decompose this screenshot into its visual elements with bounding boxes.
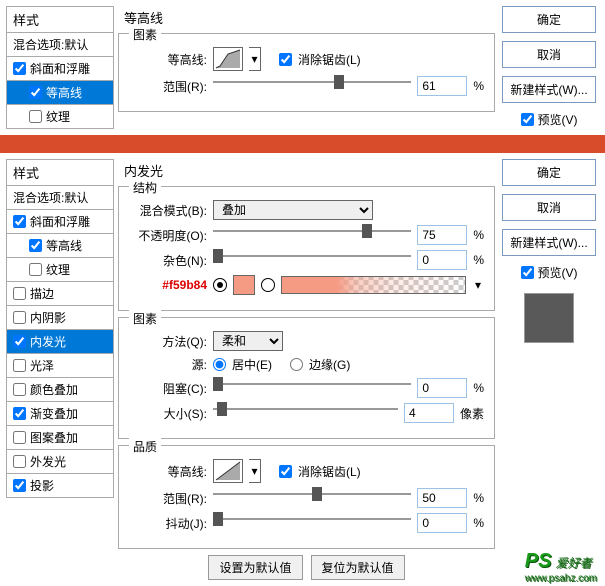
method-select[interactable]: 柔和 [213, 331, 283, 351]
cancel-button-2[interactable]: 取消 [502, 194, 596, 221]
new-style-button[interactable]: 新建样式(W)... [502, 76, 596, 103]
choke-slider[interactable] [213, 384, 411, 398]
watermark: PS 爱好者 www.psahz.com [525, 550, 597, 584]
jitter-input[interactable] [417, 513, 467, 533]
color-radio[interactable] [213, 278, 227, 292]
top-panel: 样式 混合选项:默认 斜面和浮雕 等高线 纹理 等高线 图素 等高线: ▾ 消除… [0, 0, 605, 135]
right-buttons: 确定 取消 新建样式(W)... 预览(V) [499, 6, 599, 129]
size-label: 大小(S): [129, 405, 207, 422]
color-callout: #f59b84 [129, 278, 207, 292]
range-input[interactable] [417, 76, 467, 96]
styles-header-2: 样式 [6, 159, 114, 186]
reset-default-button[interactable]: 复位为默认值 [311, 555, 405, 580]
q-contour-dd[interactable]: ▾ [249, 459, 261, 483]
range-label: 范围(R): [129, 78, 207, 95]
q-range-input[interactable] [417, 488, 467, 508]
source-label: 源: [129, 356, 207, 373]
legend: 图素 [129, 26, 161, 43]
bevel-check[interactable] [13, 62, 26, 75]
gradient-picker[interactable] [281, 276, 466, 294]
q-antialias-check[interactable] [279, 465, 292, 478]
opacity-slider[interactable] [213, 231, 411, 245]
styles-list-2: 样式 混合选项:默认 斜面和浮雕 等高线 纹理 描边 内阴影 内发光 光泽 颜色… [6, 159, 114, 580]
style-pattern-overlay[interactable]: 图案叠加 [6, 426, 114, 450]
set-default-button[interactable]: 设置为默认值 [208, 555, 302, 580]
style-contour-2[interactable]: 等高线 [6, 234, 114, 258]
style-bevel[interactable]: 斜面和浮雕 [6, 57, 114, 81]
q-range-label: 范围(R): [129, 490, 207, 507]
size-input[interactable] [404, 403, 454, 423]
texture-check[interactable] [29, 110, 42, 123]
range-slider[interactable] [213, 82, 411, 96]
quality-fieldset: 品质 等高线: ▾ 消除锯齿(L) 范围(R): % 抖动(J): % [118, 445, 495, 549]
style-bevel-2[interactable]: 斜面和浮雕 [6, 210, 114, 234]
ok-button[interactable]: 确定 [502, 6, 596, 33]
panel-heading: 等高线 [118, 6, 495, 29]
style-outer-glow[interactable]: 外发光 [6, 450, 114, 474]
blendmode-label: 混合模式(B): [129, 202, 207, 219]
contour-check[interactable] [29, 86, 42, 99]
style-texture[interactable]: 纹理 [6, 105, 114, 129]
noise-slider[interactable] [213, 256, 411, 270]
size-slider[interactable] [213, 409, 398, 423]
blend-options-item-2[interactable]: 混合选项:默认 [6, 186, 114, 210]
new-style-button-2[interactable]: 新建样式(W)... [502, 229, 596, 256]
cancel-button[interactable]: 取消 [502, 41, 596, 68]
style-color-overlay[interactable]: 颜色叠加 [6, 378, 114, 402]
style-inner-glow[interactable]: 内发光 [6, 330, 114, 354]
ok-button-2[interactable]: 确定 [502, 159, 596, 186]
noise-input[interactable] [417, 250, 467, 270]
choke-input[interactable] [417, 378, 467, 398]
right-buttons-2: 确定 取消 新建样式(W)... 预览(V) [499, 159, 599, 580]
preview-check[interactable] [521, 113, 534, 126]
style-texture-2[interactable]: 纹理 [6, 258, 114, 282]
choke-label: 阻塞(C): [129, 380, 207, 397]
gradient-radio[interactable] [261, 278, 275, 292]
antialias-check[interactable] [279, 53, 292, 66]
noise-label: 杂色(N): [129, 252, 207, 269]
source-center-radio[interactable] [213, 358, 226, 371]
styles-list: 样式 混合选项:默认 斜面和浮雕 等高线 纹理 [6, 6, 114, 129]
antialias-label: 消除锯齿(L) [298, 51, 361, 68]
q-range-slider[interactable] [213, 494, 411, 508]
gradient-dd[interactable]: ▾ [472, 278, 484, 292]
pattern-fieldset-2: 图素 方法(Q): 柔和 源: 居中(E) 边缘(G) 阻塞(C): % 大小(… [118, 317, 495, 439]
opacity-input[interactable] [417, 225, 467, 245]
style-inner-shadow[interactable]: 内阴影 [6, 306, 114, 330]
jitter-slider[interactable] [213, 519, 411, 533]
contour-label: 等高线: [129, 51, 207, 68]
q-contour-label: 等高线: [129, 463, 207, 480]
method-label: 方法(Q): [129, 333, 207, 350]
style-gloss[interactable]: 光泽 [6, 354, 114, 378]
blend-options-item[interactable]: 混合选项:默认 [6, 33, 114, 57]
style-contour[interactable]: 等高线 [6, 81, 114, 105]
preview-check-2[interactable] [521, 266, 534, 279]
source-edge-radio[interactable] [290, 358, 303, 371]
style-drop-shadow[interactable]: 投影 [6, 474, 114, 498]
center-panel-2: 内发光 结构 混合模式(B): 叠加 不透明度(O): % 杂色(N): % #… [118, 159, 495, 580]
divider [0, 135, 605, 153]
jitter-label: 抖动(J): [129, 515, 207, 532]
footer-buttons: 设置为默认值 复位为默认值 [118, 555, 495, 580]
styles-header: 样式 [6, 6, 114, 33]
contour-dropdown[interactable]: ▾ [249, 47, 261, 71]
center-panel: 等高线 图素 等高线: ▾ 消除锯齿(L) 范围(R): % [118, 6, 495, 129]
structure-fieldset: 结构 混合模式(B): 叠加 不透明度(O): % 杂色(N): % #f59b… [118, 186, 495, 311]
blendmode-select[interactable]: 叠加 [213, 200, 373, 220]
contour-picker[interactable] [213, 47, 243, 71]
style-grad-overlay[interactable]: 渐变叠加 [6, 402, 114, 426]
style-stroke[interactable]: 描边 [6, 282, 114, 306]
preview-swatch [524, 293, 574, 343]
q-contour-picker[interactable] [213, 459, 243, 483]
opacity-label: 不透明度(O): [129, 227, 207, 244]
panel-heading-2: 内发光 [118, 159, 495, 182]
pattern-fieldset: 图素 等高线: ▾ 消除锯齿(L) 范围(R): % [118, 33, 495, 112]
color-swatch[interactable] [233, 275, 255, 295]
bottom-panel: 样式 混合选项:默认 斜面和浮雕 等高线 纹理 描边 内阴影 内发光 光泽 颜色… [0, 153, 605, 586]
